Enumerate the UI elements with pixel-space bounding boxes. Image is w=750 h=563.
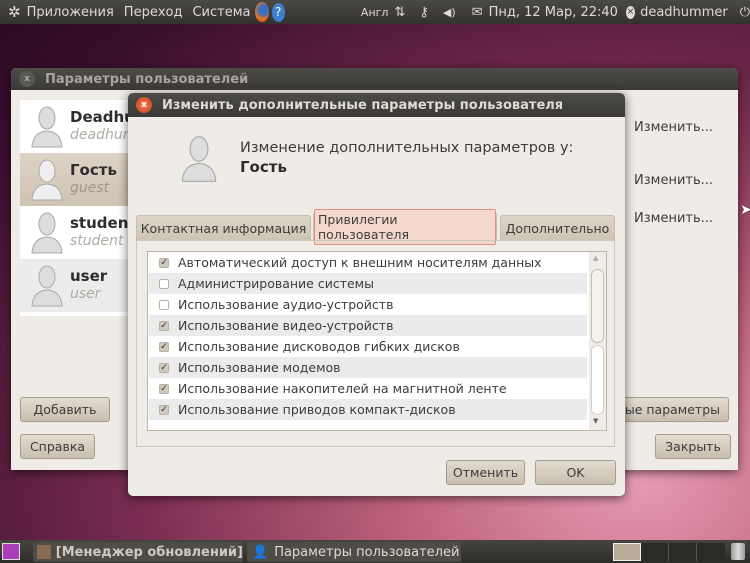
network-icon[interactable]: ⇅ bbox=[394, 5, 405, 20]
user-status-icon[interactable]: × bbox=[625, 5, 636, 19]
privilege-checkbox[interactable]: ✓ bbox=[159, 404, 169, 415]
mouse-cursor-icon: ➤ bbox=[740, 202, 750, 218]
user-menu[interactable]: deadhummer bbox=[640, 5, 728, 20]
menu-places[interactable]: Переход bbox=[124, 5, 183, 20]
privilege-checkbox[interactable]: ✓ bbox=[159, 383, 169, 394]
user-avatar-icon bbox=[31, 265, 63, 307]
privileges-list[interactable]: ✓ Автоматический доступ к внешним носител… bbox=[147, 251, 607, 431]
close-window-button[interactable]: x bbox=[19, 71, 35, 87]
scroll-up-arrow-icon[interactable]: ▲ bbox=[593, 254, 598, 262]
privilege-checkbox[interactable] bbox=[159, 299, 169, 310]
update-manager-icon bbox=[37, 545, 51, 559]
privilege-label: Использование модемов bbox=[178, 360, 341, 375]
advanced-user-settings-dialog: x Изменить дополнительные параметры поль… bbox=[128, 93, 625, 496]
privilege-row[interactable]: ✓ Использование приводов компакт-дисков bbox=[149, 399, 587, 420]
ok-button[interactable]: OK bbox=[535, 460, 616, 485]
user-avatar-icon bbox=[31, 159, 63, 201]
user-login: guest bbox=[70, 180, 110, 196]
dialog-heading: Изменение дополнительных параметров у: bbox=[240, 140, 574, 156]
user-name: user bbox=[70, 267, 108, 285]
task-label: Параметры пользователей bbox=[274, 544, 460, 560]
workspace-4[interactable] bbox=[697, 543, 725, 561]
workspace-switcher[interactable] bbox=[613, 543, 725, 561]
privilege-row[interactable]: ✓ Использование видео-устройств bbox=[149, 315, 587, 336]
user-avatar-icon bbox=[181, 136, 217, 182]
help-button[interactable]: Справка bbox=[20, 434, 95, 459]
volume-icon[interactable]: ◀) bbox=[443, 6, 456, 19]
tab-user-privileges[interactable]: Привилегии пользователя bbox=[313, 209, 497, 245]
power-icon[interactable]: ⏻ bbox=[740, 5, 750, 20]
menu-applications[interactable]: Приложения bbox=[27, 5, 114, 20]
user-login: student bbox=[70, 233, 124, 249]
tab-panel: ✓ Автоматический доступ к внешним носител… bbox=[136, 240, 615, 447]
edit-link[interactable]: Изменить... bbox=[634, 173, 713, 188]
trash-icon[interactable] bbox=[731, 543, 745, 560]
keyboard-layout[interactable]: Англ bbox=[361, 6, 389, 19]
cancel-button[interactable]: Отменить bbox=[446, 460, 525, 485]
title-bar: x Изменить дополнительные параметры поль… bbox=[128, 93, 625, 117]
clock[interactable]: Пнд, 12 Мар, 22:40 bbox=[489, 5, 618, 20]
users-icon: 👤 bbox=[252, 544, 269, 560]
title-bar: x Параметры пользователей bbox=[11, 68, 738, 90]
privilege-label: Администрирование системы bbox=[178, 276, 374, 291]
top-panel: ✲ Приложения Переход Система ? Англ ⇅ ⚷ … bbox=[0, 0, 750, 24]
close-dialog-button[interactable]: x bbox=[136, 97, 152, 113]
scroll-down-arrow-icon[interactable]: ▼ bbox=[593, 417, 598, 425]
add-user-button[interactable]: Добавить bbox=[20, 397, 110, 422]
close-button[interactable]: Закрыть bbox=[655, 434, 731, 459]
privilege-row[interactable]: Использование аудио-устройств bbox=[149, 294, 587, 315]
tab-bar: Контактная информация Привилегии пользов… bbox=[136, 209, 615, 245]
task-label: [Менеджер обновлений] bbox=[55, 544, 243, 560]
tab-additional[interactable]: Дополнительно bbox=[500, 215, 615, 240]
workspace-3[interactable] bbox=[669, 543, 697, 561]
scrollbar[interactable]: ▲ ▼ bbox=[589, 252, 606, 430]
bottom-panel: [Менеджер обновлений] 👤 Параметры пользо… bbox=[0, 540, 750, 563]
privilege-label: Использование видео-устройств bbox=[178, 318, 394, 333]
workspace-2[interactable] bbox=[641, 543, 669, 561]
dialog-title: Изменить дополнительные параметры пользо… bbox=[162, 97, 564, 113]
user-avatar-icon bbox=[31, 106, 63, 148]
privilege-checkbox[interactable]: ✓ bbox=[159, 320, 169, 331]
scrollbar-thumb[interactable] bbox=[591, 269, 604, 343]
privilege-row[interactable]: ✓ Использование дисководов гибких дисков bbox=[149, 336, 587, 357]
privilege-checkbox[interactable]: ✓ bbox=[159, 257, 169, 268]
scrollbar-trough bbox=[591, 345, 604, 415]
privilege-checkbox[interactable]: ✓ bbox=[159, 341, 169, 352]
show-desktop-icon[interactable] bbox=[2, 543, 20, 560]
privilege-row[interactable]: ✓ Автоматический доступ к внешним носител… bbox=[149, 252, 587, 273]
privilege-checkbox[interactable]: ✓ bbox=[159, 362, 169, 373]
ubuntu-logo-icon[interactable]: ✲ bbox=[8, 3, 21, 21]
privilege-label: Автоматический доступ к внешним носителя… bbox=[178, 255, 542, 270]
edit-link[interactable]: Изменить... bbox=[634, 120, 713, 135]
taskbar-item-users-settings[interactable]: 👤 Параметры пользователей bbox=[247, 542, 461, 562]
user-name: Гость bbox=[70, 161, 117, 179]
window-title: Параметры пользователей bbox=[45, 71, 249, 87]
menu-system[interactable]: Система bbox=[192, 5, 250, 20]
privilege-row[interactable]: Администрирование системы bbox=[149, 273, 587, 294]
user-avatar-icon bbox=[31, 212, 63, 254]
privilege-label: Использование дисководов гибких дисков bbox=[178, 339, 460, 354]
firefox-icon[interactable] bbox=[254, 2, 269, 22]
user-login: user bbox=[70, 286, 101, 302]
privilege-label: Использование накопителей на магнитной л… bbox=[178, 381, 507, 396]
privilege-checkbox[interactable] bbox=[159, 278, 169, 289]
dialog-user-name: Гость bbox=[240, 158, 287, 176]
help-icon[interactable]: ? bbox=[271, 2, 285, 22]
workspace-1[interactable] bbox=[613, 543, 641, 561]
keyring-icon[interactable]: ⚷ bbox=[419, 5, 429, 20]
taskbar-item-update-manager[interactable]: [Менеджер обновлений] bbox=[33, 542, 243, 562]
privilege-row[interactable]: ✓ Использование накопителей на магнитной … bbox=[149, 378, 587, 399]
privilege-label: Использование приводов компакт-дисков bbox=[178, 402, 456, 417]
privilege-label: Использование аудио-устройств bbox=[178, 297, 394, 312]
user-name: student bbox=[70, 214, 136, 232]
tab-contact-info[interactable]: Контактная информация bbox=[136, 215, 311, 240]
edit-link[interactable]: Изменить... bbox=[634, 211, 713, 226]
privilege-row[interactable]: ✓ Использование модемов bbox=[149, 357, 587, 378]
mail-icon[interactable]: ✉ bbox=[472, 5, 483, 20]
